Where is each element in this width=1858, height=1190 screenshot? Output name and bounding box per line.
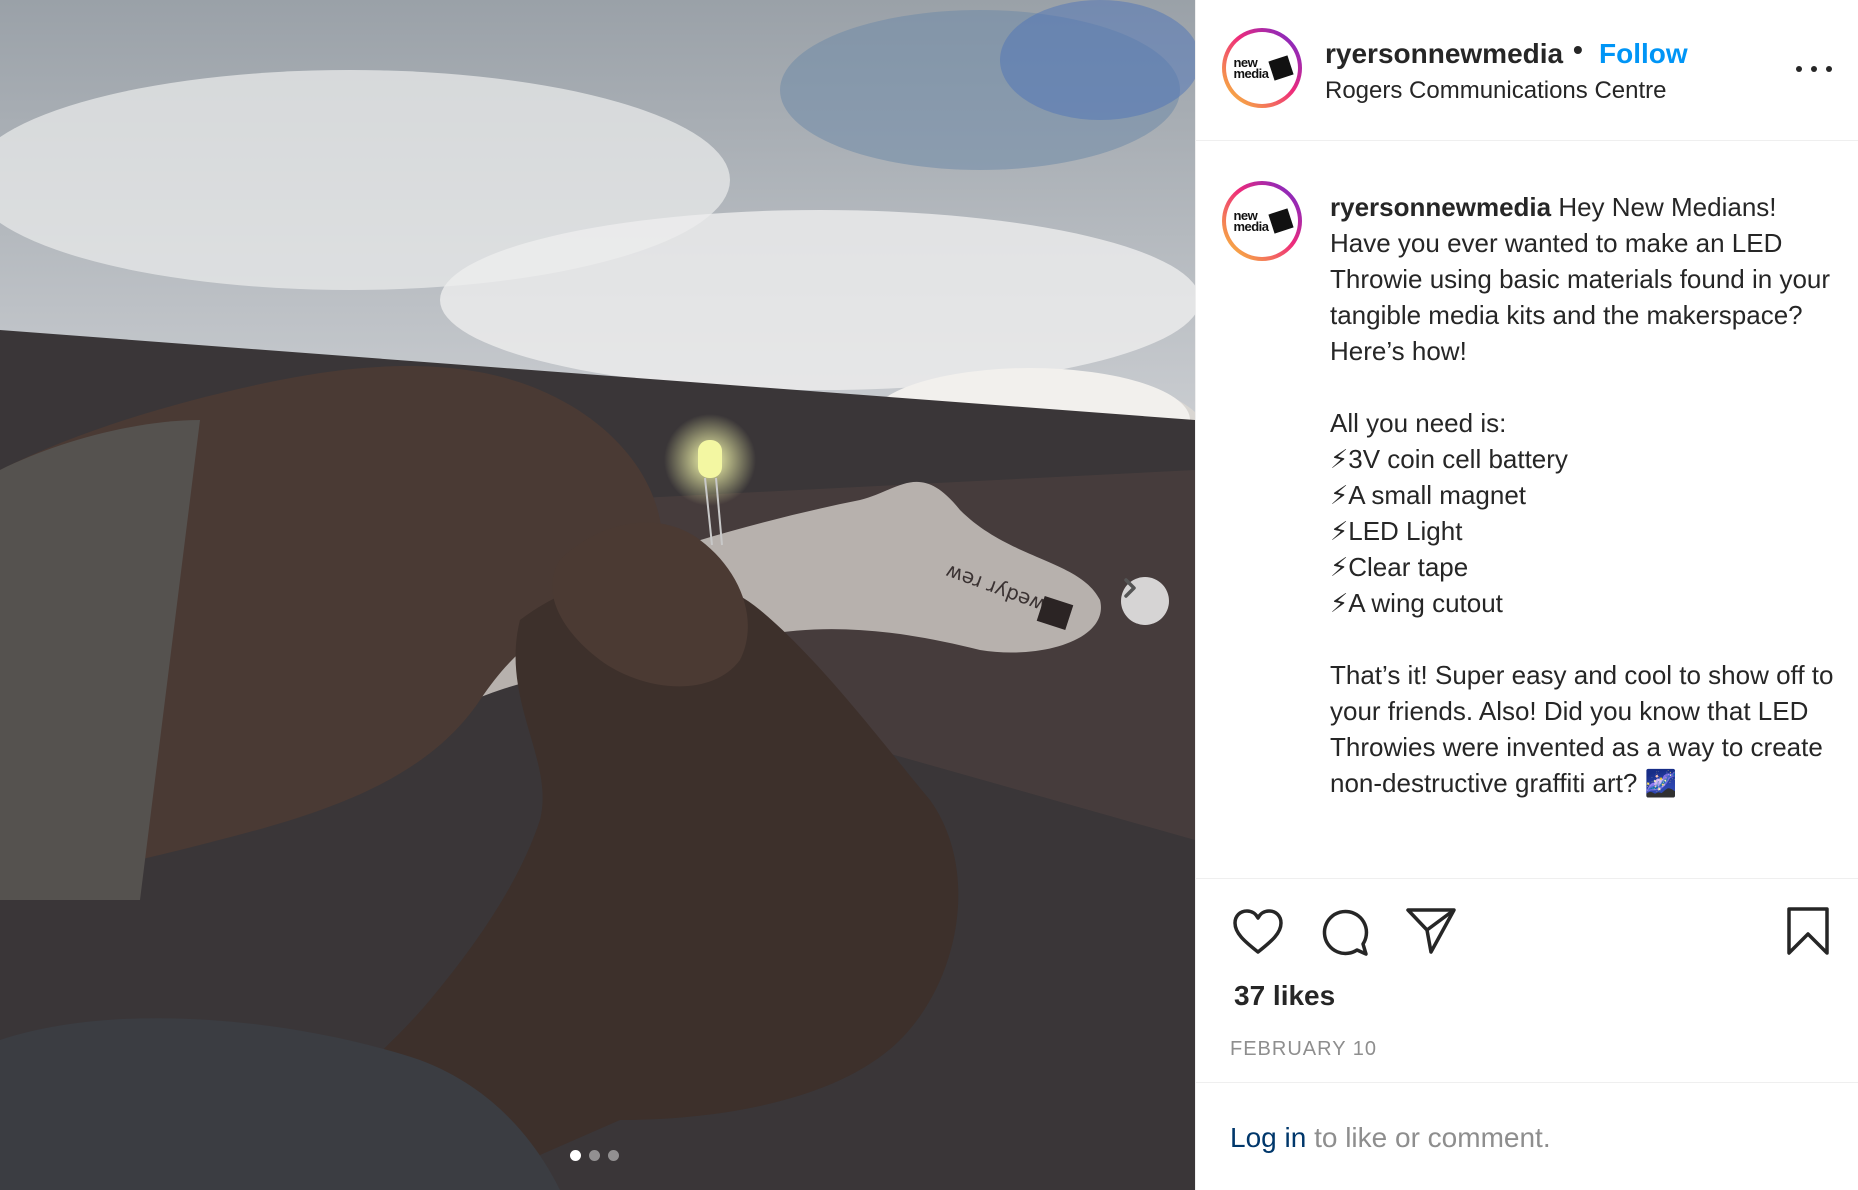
post-date[interactable]: FEBRUARY 10 <box>1230 1038 1377 1061</box>
login-prompt: Log in to like or comment. <box>1230 1122 1551 1154</box>
post-side-panel: new media ryersonnewmedia • Follow Roger… <box>1195 0 1858 1190</box>
more-options-button[interactable] <box>1796 62 1832 76</box>
carousel-dot-active <box>570 1150 581 1161</box>
caption-body: Hey New Medians! Have you ever wanted to… <box>1330 192 1834 798</box>
follow-button[interactable]: Follow <box>1599 38 1688 70</box>
carousel-dot <box>589 1150 600 1161</box>
separator-dot: • <box>1573 34 1583 65</box>
login-prompt-text: to like or comment. <box>1306 1122 1551 1153</box>
header-username[interactable]: ryersonnewmedia <box>1325 38 1563 70</box>
login-link[interactable]: Log in <box>1230 1122 1306 1153</box>
comment-icon[interactable] <box>1318 906 1370 958</box>
bookmark-icon[interactable] <box>1786 906 1830 956</box>
caption-text: ryersonnewmedia Hey New Medians! Have yo… <box>1330 189 1835 801</box>
ellipsis-icon <box>1796 66 1802 72</box>
post-photo[interactable]: ʍəɹ ɹʎpəʍ <box>0 0 1195 1190</box>
heart-icon[interactable] <box>1232 908 1284 956</box>
post-header: new media ryersonnewmedia • Follow Roger… <box>1196 0 1858 141</box>
logo-mark <box>1267 208 1294 234</box>
caption-avatar[interactable]: new media <box>1222 181 1302 261</box>
profile-logo: new media <box>1230 36 1294 100</box>
caption-area: new media ryersonnewmedia Hey New Median… <box>1196 141 1858 878</box>
caption-username[interactable]: ryersonnewmedia <box>1330 192 1551 222</box>
carousel-dot <box>608 1150 619 1161</box>
photo-illustration: ʍəɹ ɹʎpəʍ <box>0 0 1195 1190</box>
carousel-indicator <box>570 1150 619 1161</box>
logo-mark <box>1267 55 1294 81</box>
paper-plane-icon[interactable] <box>1405 906 1457 956</box>
avatar[interactable]: new media <box>1222 28 1302 108</box>
location-link[interactable]: Rogers Communications Centre <box>1325 77 1666 105</box>
logo-line-2: media <box>1233 219 1269 234</box>
next-photo-button[interactable] <box>1121 577 1169 625</box>
logo-line-2: media <box>1233 66 1269 81</box>
chevron-right-icon <box>1124 578 1136 598</box>
likes-count[interactable]: 37 likes <box>1234 980 1335 1012</box>
profile-logo: new media <box>1230 189 1294 253</box>
